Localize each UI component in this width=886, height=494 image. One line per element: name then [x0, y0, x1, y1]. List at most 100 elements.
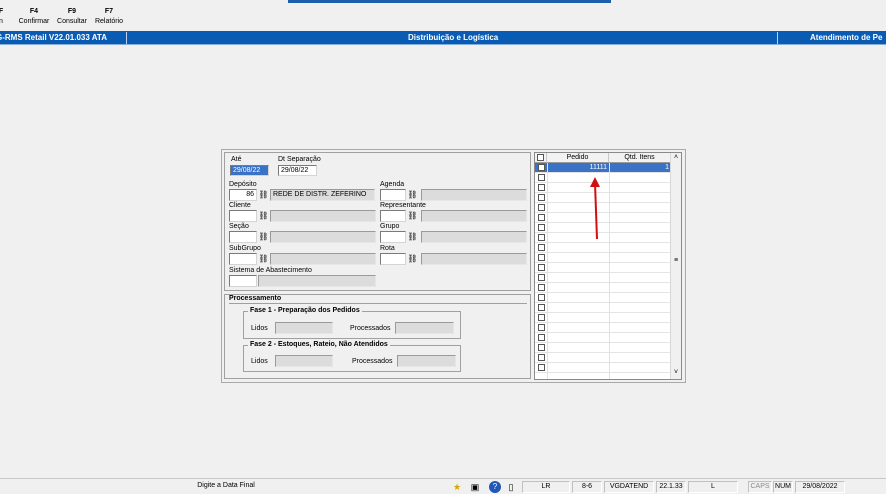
row-checkbox[interactable]	[538, 324, 545, 331]
status-message: Digite a Data Final	[197, 482, 255, 489]
cliente-input[interactable]	[229, 210, 257, 222]
table-row[interactable]	[535, 353, 671, 363]
grid-header-qtd-itens[interactable]: Qtd. Itens	[609, 153, 671, 163]
status-cell-mode: LR	[522, 481, 570, 493]
table-row[interactable]	[535, 313, 671, 323]
row-checkbox[interactable]	[538, 344, 545, 351]
scroll-grip-icon[interactable]: ≡	[672, 257, 680, 265]
status-cell-flag: L	[688, 481, 738, 493]
subgrupo-description	[270, 253, 376, 265]
dt-separacao-input[interactable]: 29/08/22	[278, 165, 317, 176]
row-checkbox[interactable]	[538, 314, 545, 321]
row-checkbox[interactable]	[538, 204, 545, 211]
row-checkbox[interactable]	[538, 364, 545, 371]
table-row[interactable]	[535, 363, 671, 373]
row-checkbox[interactable]	[538, 244, 545, 251]
cliente-label: Cliente	[229, 202, 251, 209]
row-checkbox[interactable]	[538, 224, 545, 231]
table-row[interactable]: 11111 1	[535, 163, 671, 173]
row-checkbox[interactable]	[538, 174, 545, 181]
pedido-cell: 11111	[589, 164, 607, 171]
agenda-label: Agenda	[380, 181, 405, 188]
rota-input[interactable]	[380, 253, 406, 265]
row-checkbox[interactable]	[538, 264, 545, 271]
report-label: Relatório	[94, 18, 123, 25]
table-row[interactable]	[535, 333, 671, 343]
secao-label: Seção	[229, 223, 249, 230]
table-row[interactable]	[535, 323, 671, 333]
sistema-abastecimento-input[interactable]	[229, 275, 257, 287]
table-row[interactable]	[535, 243, 671, 253]
cliente-search-binoculars-icon[interactable]: ⛓	[258, 210, 269, 221]
row-checkbox[interactable]	[538, 214, 545, 221]
representante-search-binoculars-icon[interactable]: ⛓	[407, 210, 418, 221]
row-checkbox[interactable]	[538, 304, 545, 311]
grupo-description	[421, 231, 527, 243]
table-row[interactable]	[535, 263, 671, 273]
confirm-button[interactable]: F4 Confirmar	[16, 7, 52, 27]
window-switch-icon[interactable]: ▣	[465, 481, 485, 493]
grid-header-checkbox-cell[interactable]	[535, 153, 547, 163]
fase2-lidos-label: Lidos	[251, 358, 268, 365]
table-row[interactable]	[535, 293, 671, 303]
agenda-input[interactable]	[380, 189, 406, 201]
row-checkbox[interactable]	[538, 294, 545, 301]
secao-input[interactable]	[229, 231, 257, 243]
row-checkbox[interactable]	[538, 274, 545, 281]
fase2-fieldset: Fase 2 - Estoques, Rateio, Não Atendidos…	[243, 341, 461, 372]
scroll-up-arrow-icon[interactable]: ˄	[672, 154, 680, 162]
agenda-search-binoculars-icon[interactable]: ⛓	[407, 189, 418, 200]
row-checkbox[interactable]	[538, 164, 545, 171]
screen-title: Atendimento de Pe	[810, 33, 883, 42]
consult-button[interactable]: F9 Consultar	[54, 7, 90, 27]
rota-search-binoculars-icon[interactable]: ⛓	[407, 253, 418, 264]
row-checkbox[interactable]	[538, 184, 545, 191]
subgrupo-search-binoculars-icon[interactable]: ⛓	[258, 253, 269, 264]
report-button[interactable]: F7 Relatório	[92, 7, 126, 27]
grid-vertical-scrollbar[interactable]: ˄ ≡ ˅	[670, 153, 681, 379]
rota-label: Rota	[380, 245, 395, 252]
deposito-label: Depósito	[229, 181, 257, 188]
row-checkbox[interactable]	[538, 284, 545, 291]
fase1-lidos-label: Lidos	[251, 325, 268, 332]
num-lock-indicator: NUM	[773, 481, 793, 493]
table-row[interactable]	[535, 303, 671, 313]
help-icon[interactable]: ?	[489, 481, 501, 493]
row-checkbox[interactable]	[538, 194, 545, 201]
grid-column-line	[547, 163, 548, 379]
grupo-search-binoculars-icon[interactable]: ⛓	[407, 231, 418, 242]
pedidos-grid[interactable]: Pedido Qtd. Itens 11111 1 ˄ ≡ ˅	[534, 152, 682, 380]
secao-search-binoculars-icon[interactable]: ⛓	[258, 231, 269, 242]
cliente-description	[270, 210, 376, 222]
row-checkbox[interactable]	[538, 254, 545, 261]
caps-lock-indicator: CAPS	[748, 481, 772, 493]
report-key: F7	[104, 8, 114, 15]
row-checkbox[interactable]	[538, 354, 545, 361]
secao-description	[270, 231, 376, 243]
grid-header-pedido[interactable]: Pedido	[547, 153, 609, 163]
status-bar: Digite a Data Final ★ ▣ ? ▯ LR 8-6 VGDAT…	[0, 478, 886, 494]
scroll-down-arrow-icon[interactable]: ˅	[672, 369, 680, 377]
title-separator	[777, 32, 778, 44]
deposito-search-binoculars-icon[interactable]: ⛓	[258, 189, 269, 200]
grupo-input[interactable]	[380, 231, 406, 243]
favorite-star-icon[interactable]: ★	[451, 481, 463, 493]
deposito-description: REDE DE DISTR. ZEFERINO	[270, 189, 375, 201]
subgrupo-label: SubGrupo	[229, 245, 261, 252]
annotation-arrow-icon	[590, 177, 600, 240]
subgrupo-input[interactable]	[229, 253, 257, 265]
table-row[interactable]	[535, 273, 671, 283]
representante-input[interactable]	[380, 210, 406, 222]
ate-date-input[interactable]: 29/08/22	[230, 165, 269, 176]
sistema-abastecimento-label: Sistema de Abastecimento	[229, 267, 312, 274]
row-checkbox[interactable]	[538, 234, 545, 241]
toolbar-cut-key[interactable]: Fn	[0, 7, 8, 27]
top-accent-strip	[288, 0, 611, 3]
select-all-checkbox[interactable]	[537, 154, 544, 161]
deposito-input[interactable]: 86	[229, 189, 257, 201]
table-row[interactable]	[535, 283, 671, 293]
table-row[interactable]	[535, 343, 671, 353]
row-checkbox[interactable]	[538, 334, 545, 341]
table-row[interactable]	[535, 253, 671, 263]
clipboard-icon[interactable]: ▯	[505, 481, 517, 493]
